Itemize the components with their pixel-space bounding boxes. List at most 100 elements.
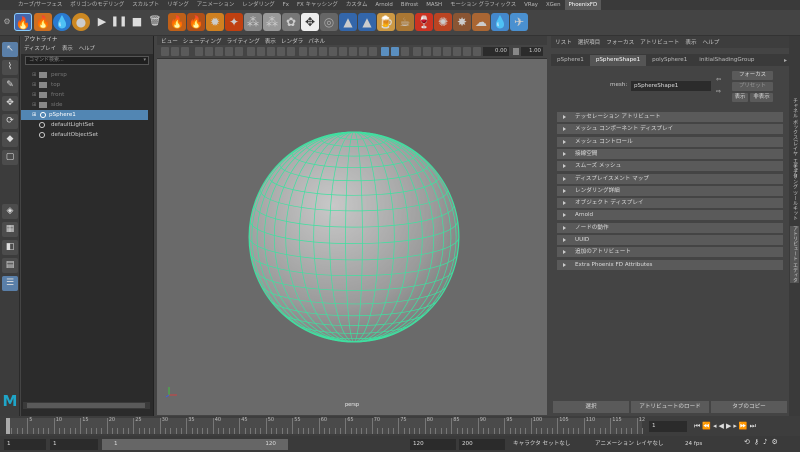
shelf-tab[interactable]: アニメーション bbox=[193, 0, 239, 10]
viewport-toolbar-icon[interactable] bbox=[381, 47, 389, 56]
step-forward-icon[interactable]: ▸ bbox=[733, 422, 737, 430]
viewport-menu-renderer[interactable]: レンダラ bbox=[281, 37, 303, 45]
outliner-scrollbar[interactable] bbox=[23, 402, 150, 409]
ae-section-header[interactable]: レンダリング詳細 bbox=[557, 185, 783, 196]
outliner-item[interactable]: ⊞ pSphere1 bbox=[21, 110, 148, 120]
outliner-search-input[interactable]: コマンド検索... ▾ bbox=[25, 56, 149, 65]
character-set-dropdown[interactable]: キャラクタ セットなし bbox=[510, 439, 580, 450]
load-attributes-button[interactable]: アトリビュートのロード bbox=[631, 401, 709, 413]
shelf-tab[interactable]: FX キャッシング bbox=[293, 0, 342, 10]
last-tool-icon[interactable]: ▢ bbox=[2, 150, 18, 165]
shelf-tab[interactable]: スカルプト bbox=[128, 0, 163, 10]
scale-tool-icon[interactable]: ◆ bbox=[2, 132, 18, 147]
shelf-tab[interactable]: レンダリング bbox=[238, 0, 278, 10]
viewport-toolbar-icon[interactable] bbox=[349, 47, 357, 56]
phoenix-explosion-icon[interactable]: ✹ bbox=[206, 13, 224, 31]
play-back-icon[interactable]: ◀ bbox=[719, 422, 724, 430]
phoenix-source-icon[interactable]: ● bbox=[72, 13, 90, 31]
end-time-field[interactable]: 200 bbox=[459, 439, 505, 450]
shelf-tab[interactable]: リギング bbox=[163, 0, 193, 10]
auto-key-icon[interactable]: ⚷ bbox=[754, 438, 759, 446]
viewport-toolbar-icon[interactable] bbox=[171, 47, 179, 56]
focus-button[interactable]: フォーカス bbox=[732, 71, 773, 80]
current-frame-field[interactable]: 1 bbox=[649, 421, 687, 432]
expand-icon[interactable]: ⊞ bbox=[32, 110, 36, 120]
search-dropdown-icon[interactable]: ▾ bbox=[143, 57, 146, 64]
select-button[interactable]: 選択 bbox=[553, 401, 629, 413]
anim-layer-dropdown[interactable]: アニメーション レイヤなし bbox=[592, 439, 674, 450]
phoenix-particle-icon[interactable]: ⁂ bbox=[244, 13, 262, 31]
ae-section-header[interactable]: メッシュ コンポーネント ディスプレイ bbox=[557, 124, 783, 135]
ae-section-header[interactable]: 追加のアトリビュート bbox=[557, 247, 783, 258]
outliner-item[interactable]: ⊞ persp bbox=[21, 70, 148, 80]
rotate-tool-icon[interactable]: ⟳ bbox=[2, 114, 18, 129]
viewport-toolbar-icon[interactable] bbox=[473, 47, 481, 56]
viewport-toolbar-icon[interactable] bbox=[391, 47, 399, 56]
viewport-menu-show[interactable]: 表示 bbox=[265, 37, 276, 45]
exposure-field[interactable]: 0.00 bbox=[483, 47, 509, 56]
viewport-toolbar-icon[interactable] bbox=[235, 47, 243, 56]
phoenix-volcano-icon[interactable]: ✸ bbox=[453, 13, 471, 31]
shelf-tab[interactable]: カーブ/サーフェス bbox=[14, 0, 66, 10]
paint-select-tool-icon[interactable]: ✎ bbox=[2, 78, 18, 93]
show-button[interactable]: 表示 bbox=[732, 93, 748, 102]
expand-icon[interactable]: ⊞ bbox=[32, 80, 36, 90]
viewport-toolbar-icon[interactable] bbox=[443, 47, 451, 56]
phoenix-ink-icon[interactable]: ✈ bbox=[510, 13, 528, 31]
ae-section-header[interactable]: メッシュ コントロール bbox=[557, 136, 783, 147]
phoenix-grid-icon[interactable]: 🔥 bbox=[14, 13, 32, 31]
phoenix-liquid-icon[interactable]: 💧 bbox=[53, 13, 71, 31]
layout-side-icon[interactable]: ▤ bbox=[2, 258, 18, 273]
tab-initialshadinggroup[interactable]: initialShadingGroup bbox=[693, 55, 760, 66]
tab-psphere1[interactable]: pSphere1 bbox=[551, 55, 590, 66]
viewport-toolbar-icon[interactable] bbox=[247, 47, 255, 56]
mesh-name-field[interactable]: pSphereShape1 bbox=[631, 81, 711, 91]
range-slider[interactable]: 1 120 bbox=[102, 439, 288, 450]
play-icon[interactable]: ▶ bbox=[93, 13, 111, 31]
shelf-tab[interactable]: Bifrost bbox=[397, 0, 422, 10]
viewport-toolbar-icon[interactable] bbox=[359, 47, 367, 56]
viewport-toolbar-icon[interactable] bbox=[453, 47, 461, 56]
anim-prefs-icon[interactable]: ⚙ bbox=[771, 438, 777, 446]
gamma-field[interactable]: 1.00 bbox=[521, 47, 543, 56]
outliner-menu-help[interactable]: ヘルプ bbox=[79, 45, 95, 54]
viewport[interactable]: persp bbox=[157, 59, 547, 415]
viewport-toolbar-icon[interactable] bbox=[401, 47, 409, 56]
viewport-toolbar-icon[interactable] bbox=[287, 47, 295, 56]
ae-menu-list[interactable]: リスト bbox=[555, 38, 572, 46]
shelf-tab[interactable]: XGen bbox=[542, 0, 565, 10]
phoenix-ocean-icon[interactable]: ▲ bbox=[339, 13, 357, 31]
step-back-icon[interactable]: ◂ bbox=[713, 422, 717, 430]
outliner-menu-display[interactable]: ディスプレイ bbox=[24, 45, 56, 54]
outliner-item[interactable]: ⊞ front bbox=[21, 90, 148, 100]
layout-single-icon[interactable]: ◈ bbox=[2, 204, 18, 219]
viewport-toolbar-icon[interactable] bbox=[463, 47, 471, 56]
outliner-item[interactable]: ⊞ top bbox=[21, 80, 148, 90]
phoenix-wave-icon[interactable]: ▲ bbox=[358, 13, 376, 31]
ae-menu-show[interactable]: 表示 bbox=[685, 38, 696, 46]
phoenix-foam-icon[interactable]: ⁂ bbox=[263, 13, 281, 31]
viewport-menu-lighting[interactable]: ライティング bbox=[227, 37, 260, 45]
shelf-tab[interactable]: MASH bbox=[422, 0, 446, 10]
stop-icon[interactable]: ■ bbox=[128, 13, 146, 31]
shelf-tab[interactable]: Fx bbox=[279, 0, 293, 10]
input-connection-icon[interactable]: ⇦ bbox=[716, 76, 721, 83]
play-forward-icon[interactable]: ▶ bbox=[726, 422, 731, 430]
go-to-start-icon[interactable]: ⏮ bbox=[694, 422, 700, 431]
ae-section-header[interactable]: 接線空間 bbox=[557, 148, 783, 159]
output-connection-icon[interactable]: ⇨ bbox=[716, 88, 721, 95]
start-time-field[interactable]: 1 bbox=[4, 439, 46, 450]
playback-start-field[interactable]: 1 bbox=[50, 439, 98, 450]
layout-four-icon[interactable]: ▦ bbox=[2, 222, 18, 237]
side-tab-modeling-toolkit[interactable]: モデリング ツールキット bbox=[790, 164, 799, 221]
phoenix-turbulence-icon[interactable]: ◎ bbox=[320, 13, 338, 31]
expand-icon[interactable]: ⊞ bbox=[32, 100, 36, 110]
ae-section-header[interactable]: Arnold bbox=[557, 210, 783, 221]
viewport-toolbar-icon[interactable] bbox=[267, 47, 275, 56]
outliner-item[interactable]: defaultObjectSet bbox=[21, 130, 148, 140]
phoenix-fire-icon[interactable]: 🔥 bbox=[34, 13, 52, 31]
phoenix-wine-icon[interactable]: 🍷 bbox=[415, 13, 433, 31]
viewport-toolbar-icon[interactable] bbox=[181, 47, 189, 56]
shelf-tab[interactable]: モーション グラフィックス bbox=[446, 0, 520, 10]
ae-section-header[interactable]: ノードの動作 bbox=[557, 222, 783, 233]
